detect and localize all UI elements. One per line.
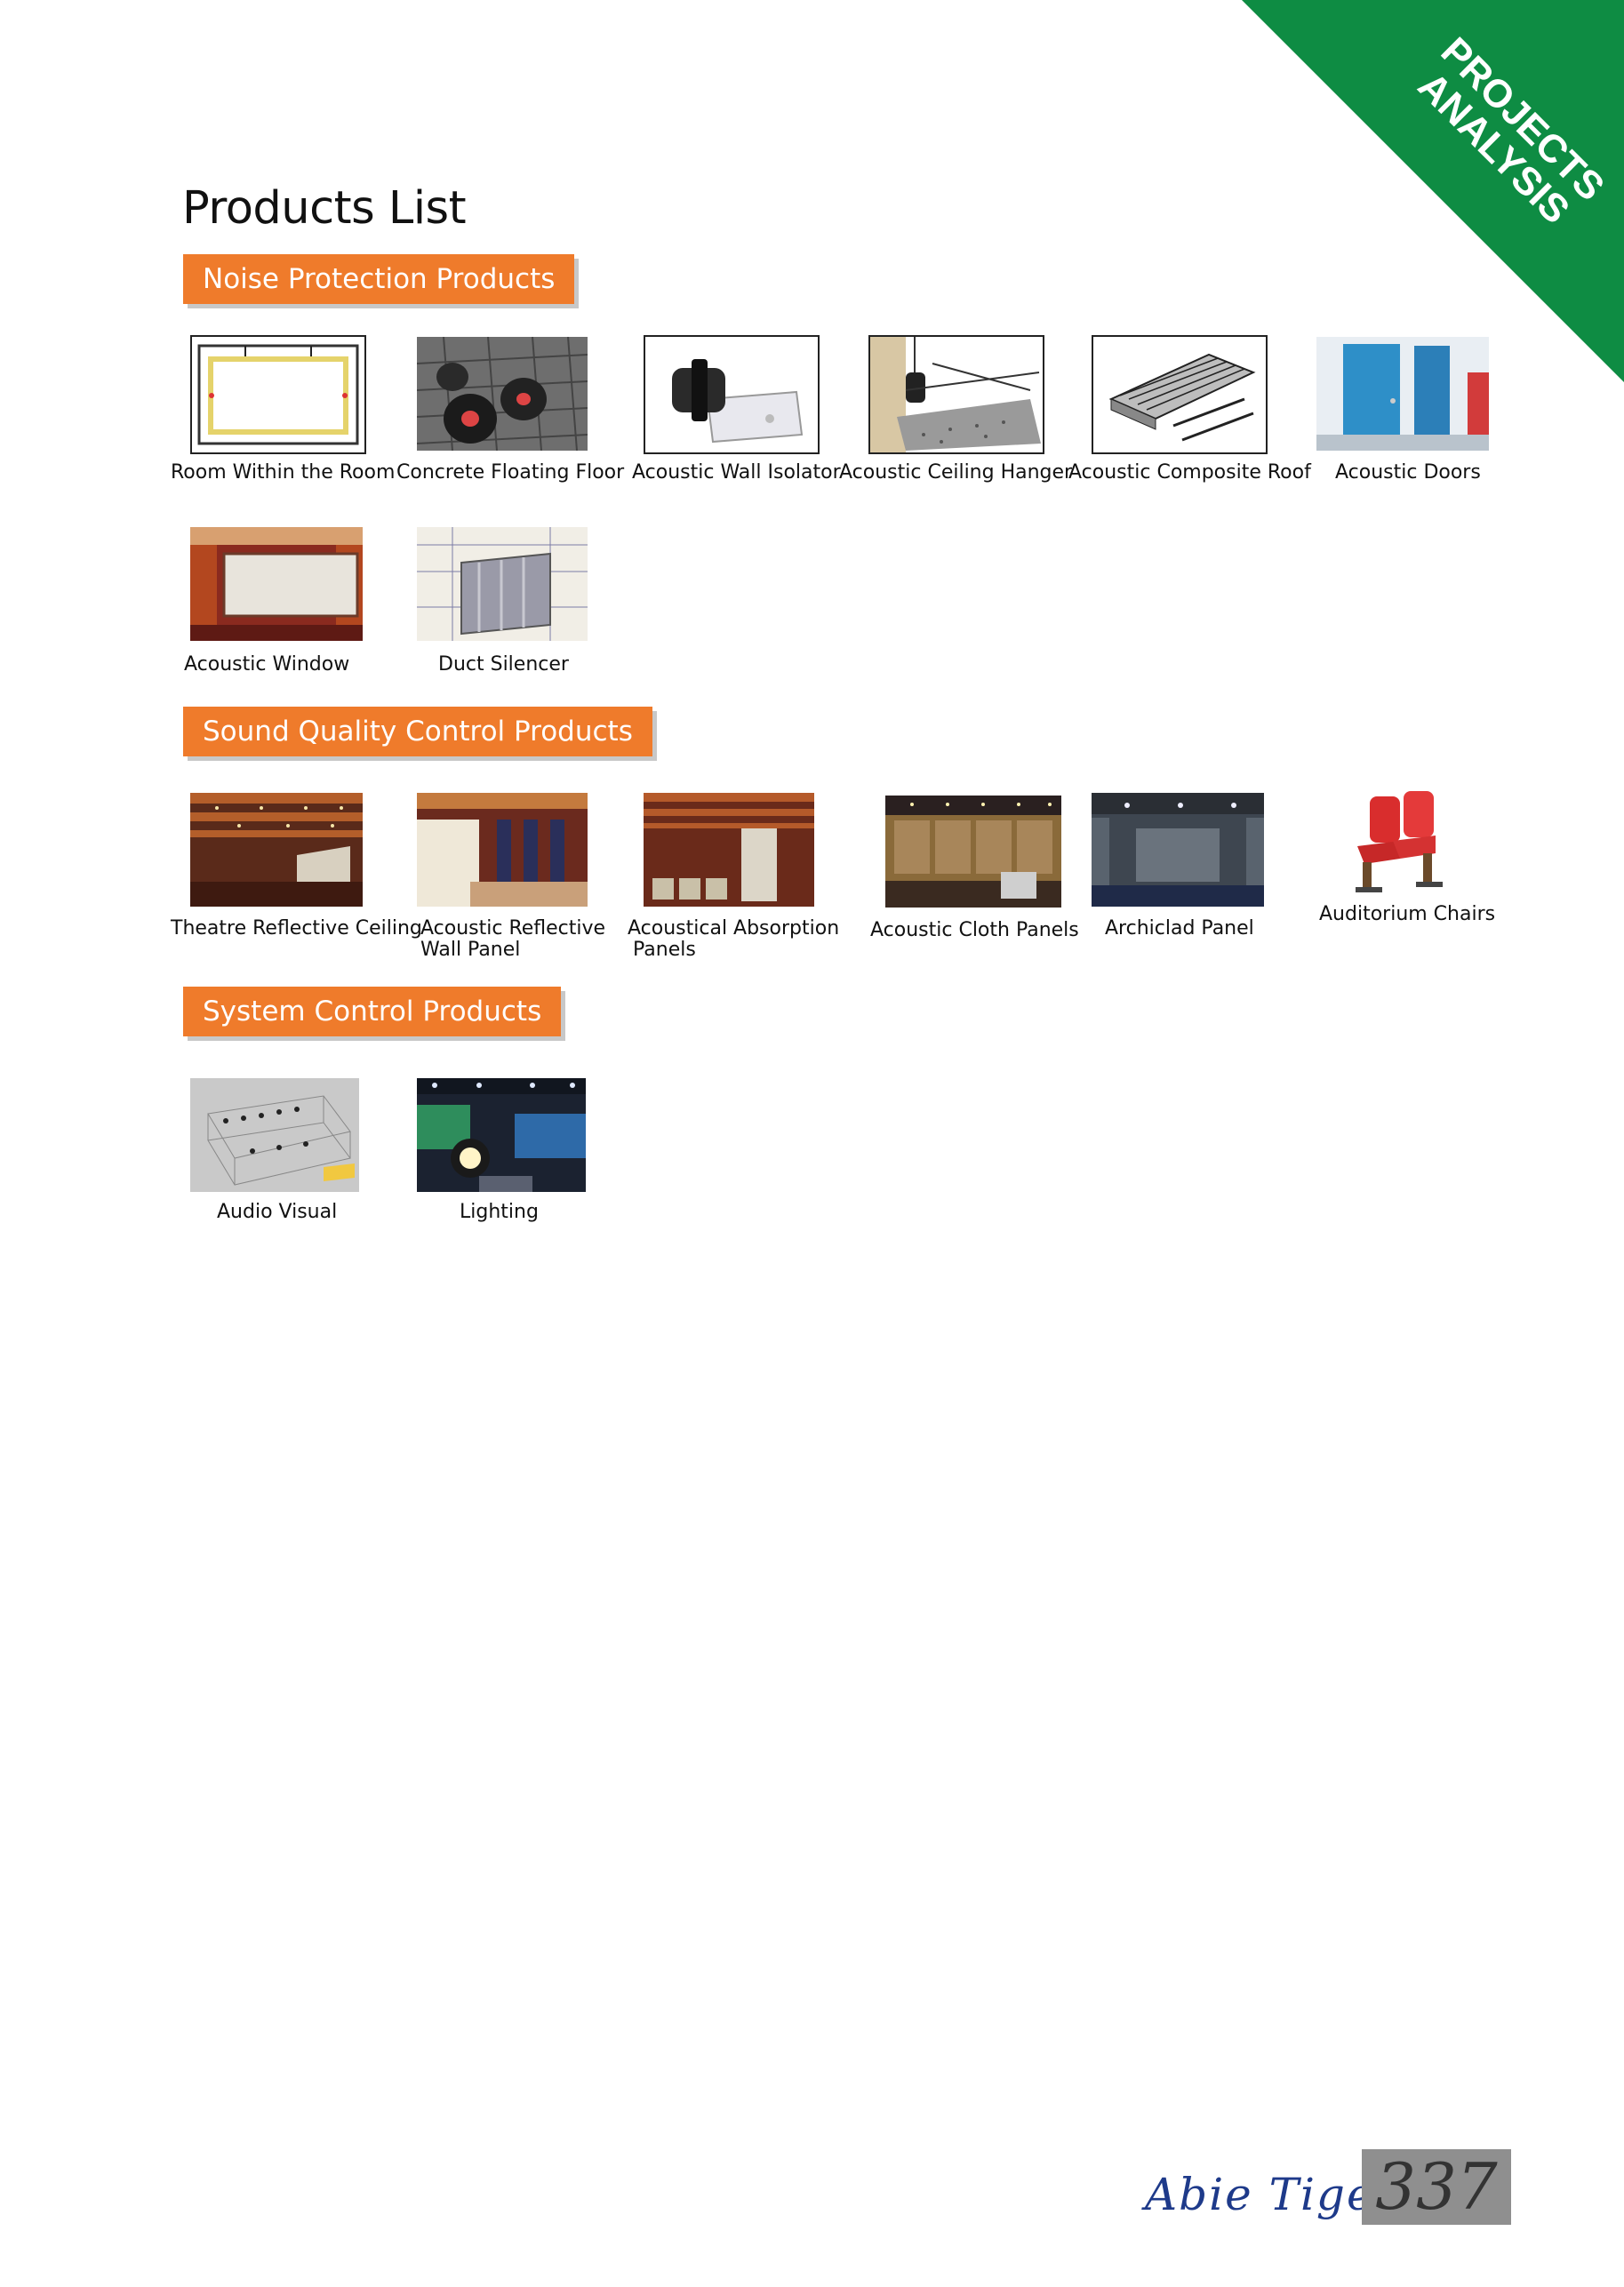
caption-audio-visual: Audio Visual [217, 1201, 338, 1223]
acoustic-reflective-wall-panel-image [417, 793, 588, 907]
acoustic-composite-roof-image [1092, 335, 1268, 454]
acoustic-doors-image [1316, 337, 1489, 451]
page-number: 337 [1362, 2149, 1511, 2225]
caption-acoustical-absorption-panels: Acoustical Absorption Panels [628, 918, 839, 961]
caption-acoustic-reflective-wall-panel-line1: Acoustic Reflective [420, 917, 606, 940]
caption-acoustic-window: Acoustic Window [184, 653, 350, 676]
acoustic-cloth-panels-image [885, 796, 1061, 908]
caption-theatre-reflective-ceiling: Theatre Reflective Ceiling [171, 917, 422, 940]
room-within-room-image [190, 335, 366, 454]
caption-room-within-room: Room Within the Room [171, 461, 396, 484]
duct-silencer-image [417, 527, 588, 641]
caption-concrete-floating-floor: Concrete Floating Floor [396, 461, 625, 484]
archiclad-panel-image [1092, 793, 1264, 907]
caption-duct-silencer: Duct Silencer [438, 653, 569, 676]
theatre-reflective-ceiling-image [190, 793, 363, 907]
acoustical-absorption-panels-image [644, 793, 814, 907]
lighting-image [417, 1078, 586, 1192]
auditorium-chairs-image [1338, 784, 1453, 898]
caption-lighting: Lighting [460, 1201, 539, 1223]
audio-visual-image [190, 1078, 359, 1192]
section-noise-protection: Noise Protection Products [183, 254, 575, 304]
section-sound-quality-control: Sound Quality Control Products [183, 707, 652, 756]
caption-acoustic-reflective-wall-panel-line2: Wall Panel [420, 939, 521, 961]
acoustic-window-image [190, 527, 363, 641]
caption-acoustic-ceiling-hanger: Acoustic Ceiling Hanger [839, 461, 1073, 484]
acoustic-ceiling-hanger-image [868, 335, 1044, 454]
caption-acoustical-absorption-panels-line1: Acoustical Absorption [628, 917, 840, 940]
caption-acoustic-doors: Acoustic Doors [1335, 461, 1481, 484]
caption-acoustic-composite-roof: Acoustic Composite Roof [1068, 461, 1311, 484]
page-title: Products List [182, 182, 467, 235]
caption-acoustic-wall-isolator: Acoustic Wall Isolator [632, 461, 841, 484]
caption-acoustic-reflective-wall-panel: Acoustic Reflective Wall Panel [420, 918, 605, 961]
concrete-floating-floor-image [417, 337, 588, 451]
caption-archiclad-panel: Archiclad Panel [1105, 917, 1254, 940]
caption-acoustic-cloth-panels: Acoustic Cloth Panels [870, 919, 1079, 941]
acoustic-wall-isolator-image [644, 335, 820, 454]
footer-brand-logo: Abie Tiger [1145, 2169, 1398, 2220]
caption-acoustical-absorption-panels-line2: Panels [633, 939, 696, 961]
caption-auditorium-chairs: Auditorium Chairs [1319, 903, 1496, 925]
section-system-control: System Control Products [183, 987, 562, 1036]
corner-banner: PROJECTS ANALYSIS [1242, 0, 1624, 382]
